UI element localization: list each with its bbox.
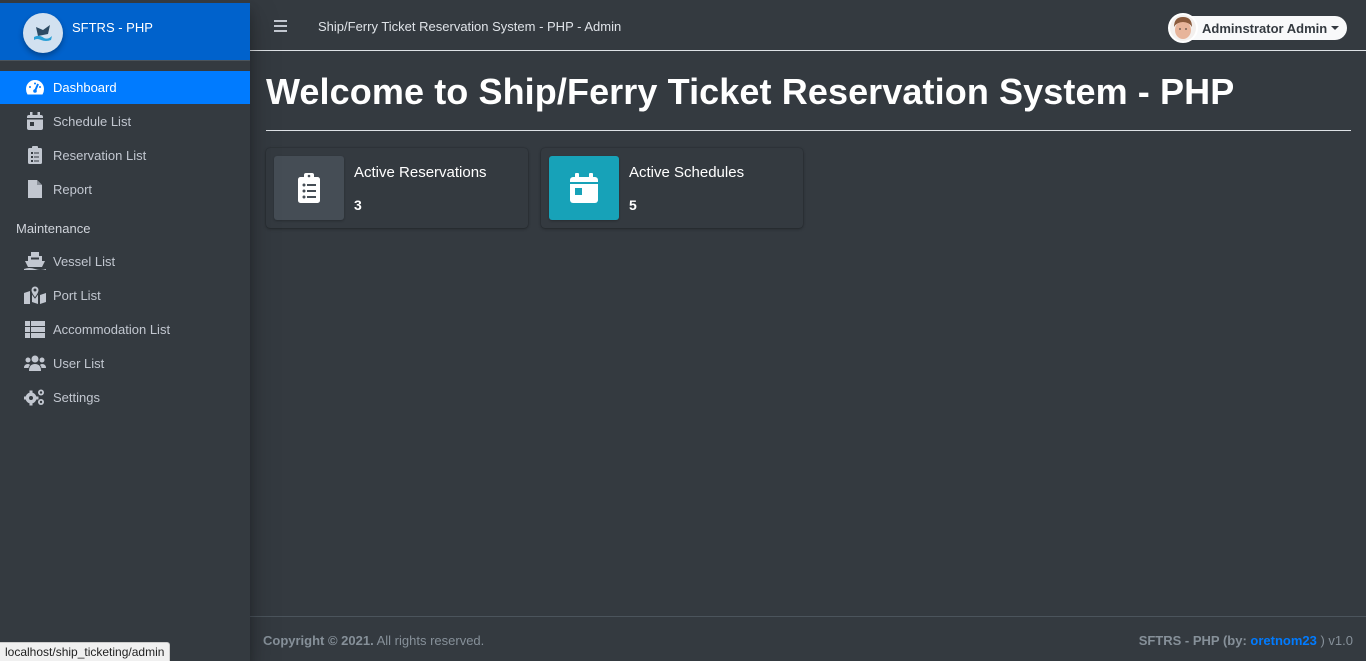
version-info: SFTRS - PHP (by: oretnom23 ) v1.0 bbox=[1139, 633, 1353, 648]
info-box-label: Active Schedules bbox=[629, 164, 745, 181]
calendar-icon bbox=[24, 111, 46, 131]
cogs-icon bbox=[24, 387, 46, 407]
sidebar-item-schedule-list[interactable]: Schedule List bbox=[0, 104, 250, 138]
nav-header-maintenance: Maintenance bbox=[16, 220, 91, 236]
top-navbar: Ship/Ferry Ticket Reservation System - P… bbox=[250, 0, 1366, 51]
ship-icon bbox=[24, 251, 46, 271]
sidebar-item-label: Dashboard bbox=[53, 80, 117, 95]
sidebar-item-label: Report bbox=[53, 181, 93, 197]
divider bbox=[266, 130, 1351, 131]
clipboard-list-icon bbox=[24, 145, 46, 165]
menu-toggle-icon[interactable] bbox=[274, 20, 287, 32]
sidebar-item-label: Accommodation List bbox=[53, 321, 171, 337]
info-box-active-reservations: Active Reservations 3 bbox=[266, 148, 528, 228]
sidebar-item-label: Reservation List bbox=[53, 147, 147, 163]
user-menu-button[interactable]: Adminstrator Admin bbox=[1168, 13, 1348, 43]
info-box-value: 5 bbox=[629, 197, 637, 213]
brand-link[interactable]: SFTRS - PHP bbox=[0, 3, 250, 61]
sidebar-item-label: Port List bbox=[53, 287, 101, 303]
info-box-value: 3 bbox=[354, 197, 362, 213]
version-suffix: ) v1.0 bbox=[1316, 633, 1353, 648]
sidebar-nav: Dashboard Schedule List Reservation List… bbox=[0, 71, 250, 414]
map-marked-icon bbox=[24, 285, 46, 305]
version-prefix: SFTRS - PHP (by: bbox=[1138, 633, 1251, 648]
main-content: Welcome to Ship/Ferry Ticket Reservation… bbox=[250, 51, 1366, 616]
tachometer-icon bbox=[24, 78, 46, 98]
sidebar-item-accommodation-list[interactable]: Accommodation List bbox=[0, 312, 250, 346]
ship-logo-icon bbox=[23, 13, 63, 53]
sidebar-item-report[interactable]: Report bbox=[0, 172, 250, 206]
sidebar-item-label: Vessel List bbox=[53, 253, 116, 269]
sidebar: SFTRS - PHP Dashboard Schedule List Rese… bbox=[0, 0, 250, 661]
status-bar-url: localhost/ship_ticketing/admin bbox=[0, 642, 171, 661]
sidebar-item-dashboard[interactable]: Dashboard bbox=[0, 71, 250, 104]
clipboard-list-icon bbox=[274, 156, 344, 220]
sidebar-item-label: User List bbox=[53, 355, 105, 371]
brand-name: SFTRS - PHP bbox=[72, 20, 153, 35]
author-link[interactable]: oretnom23 bbox=[1250, 633, 1316, 648]
footer: Copyright © 2021. All rights reserved. S… bbox=[250, 616, 1366, 661]
user-name: Adminstrator Admin bbox=[1202, 20, 1328, 36]
site-title: Ship/Ferry Ticket Reservation System - P… bbox=[318, 19, 622, 34]
calendar-icon bbox=[549, 156, 619, 220]
caret-down-icon bbox=[1331, 26, 1340, 30]
sidebar-item-vessel-list[interactable]: Vessel List bbox=[0, 244, 250, 278]
sidebar-item-reservation-list[interactable]: Reservation List bbox=[0, 138, 250, 172]
copyright: Copyright © 2021. All rights reserved. bbox=[263, 633, 484, 648]
copyright-bold: Copyright © 2021. bbox=[263, 633, 374, 648]
sidebar-item-label: Schedule List bbox=[53, 113, 132, 129]
copyright-rest: All rights reserved. bbox=[373, 633, 485, 648]
sidebar-item-port-list[interactable]: Port List bbox=[0, 278, 250, 312]
avatar bbox=[1168, 13, 1198, 43]
sidebar-item-label: Settings bbox=[53, 389, 100, 405]
table-icon bbox=[24, 319, 46, 339]
info-box-label: Active Reservations bbox=[354, 164, 487, 181]
sidebar-item-settings[interactable]: Settings bbox=[0, 380, 250, 414]
users-icon bbox=[24, 353, 46, 373]
file-icon bbox=[24, 179, 46, 199]
info-box-active-schedules: Active Schedules 5 bbox=[541, 148, 803, 228]
page-title: Welcome to Ship/Ferry Ticket Reservation… bbox=[266, 71, 1235, 112]
sidebar-item-user-list[interactable]: User List bbox=[0, 346, 250, 380]
